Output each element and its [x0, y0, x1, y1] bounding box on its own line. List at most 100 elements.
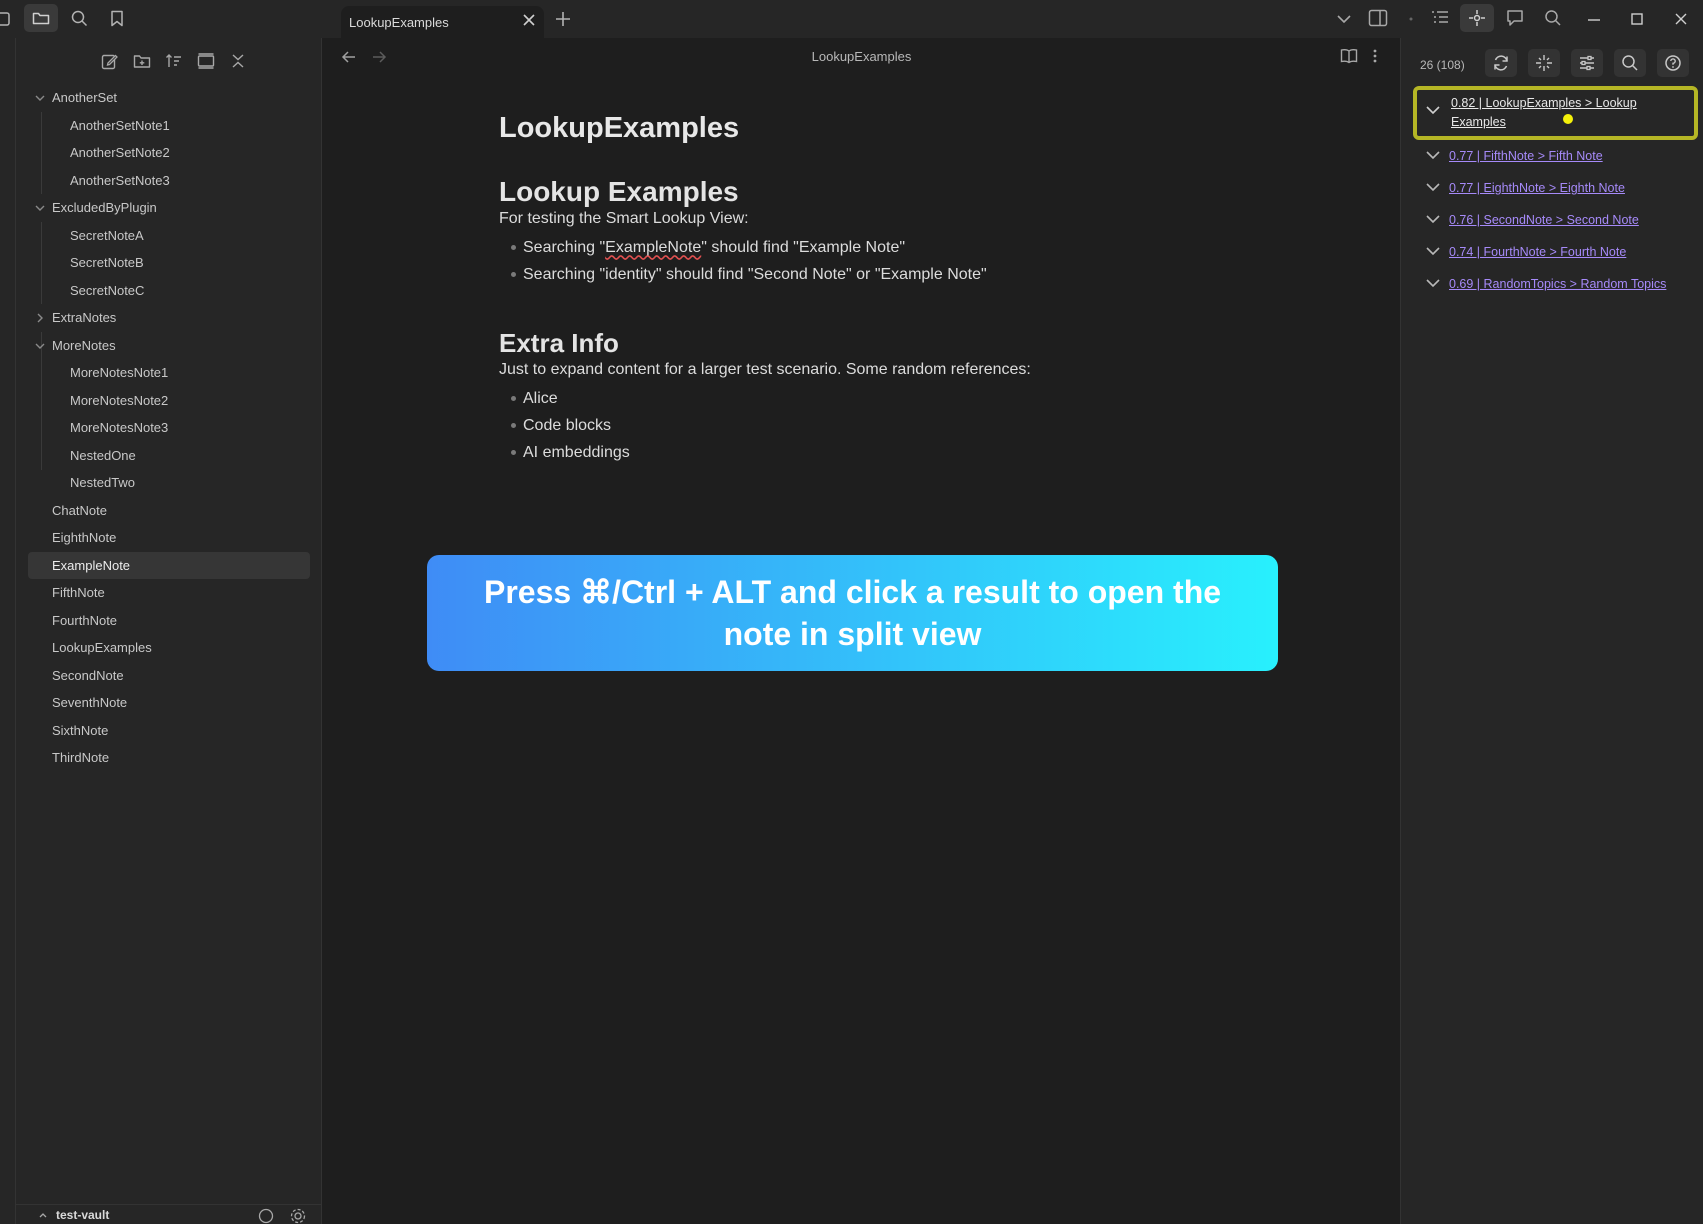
- result-link[interactable]: 0.77 | EighthNote > Eighth Note: [1449, 181, 1625, 195]
- tree-item-label: LookupExamples: [52, 640, 152, 656]
- file-examplenote-active[interactable]: ExampleNote: [28, 551, 310, 579]
- new-folder-icon[interactable]: [130, 49, 154, 73]
- tree-item-label: SecondNote: [52, 667, 124, 683]
- file-anothersetnote2[interactable]: AnotherSetNote2: [16, 139, 322, 167]
- lookup-result-item[interactable]: 0.76 | SecondNote > Second Note: [1401, 204, 1703, 236]
- chevron-down-icon[interactable]: [1425, 149, 1441, 161]
- outline-list-icon[interactable]: [1431, 9, 1449, 25]
- chevron-down-icon[interactable]: [1425, 245, 1441, 257]
- file-seventhnote[interactable]: SeventhNote: [16, 689, 322, 717]
- lookup-results: 0.82 | LookupExamples > Lookup Examples …: [1401, 86, 1703, 300]
- bookmarks-tab[interactable]: [100, 4, 134, 32]
- file-fourthnote[interactable]: FourthNote: [16, 607, 322, 635]
- bullet-text-post: " should find "Example Note": [701, 238, 906, 256]
- file-morenotesnote1[interactable]: MoreNotesNote1: [16, 359, 322, 387]
- reading-view-book-icon[interactable]: [1340, 48, 1358, 64]
- tree-item-label: SecretNoteB: [70, 255, 144, 271]
- collapse-all-icon[interactable]: [226, 49, 250, 73]
- file-secretnoteb[interactable]: SecretNoteB: [16, 249, 322, 277]
- search-icon[interactable]: [1544, 9, 1562, 27]
- refresh-icon[interactable]: [1485, 49, 1517, 77]
- chevron-down-icon[interactable]: [1425, 181, 1441, 193]
- lookup-result-item[interactable]: 0.82 | LookupExamples > Lookup Examples: [1413, 86, 1698, 140]
- tree-item-label: SecretNoteC: [70, 282, 145, 298]
- inline-title[interactable]: LookupExamples: [499, 112, 1199, 162]
- chevron-down-icon[interactable]: [1425, 104, 1441, 116]
- file-chatnote[interactable]: ChatNote: [16, 497, 322, 525]
- auto-reveal-icon[interactable]: [194, 49, 218, 73]
- maximize-icon[interactable]: [1630, 9, 1644, 27]
- settings-gear-icon[interactable]: [290, 1208, 306, 1224]
- lookup-toolbar: [1485, 49, 1689, 77]
- result-link[interactable]: 0.77 | FifthNote > Fifth Note: [1449, 149, 1603, 163]
- result-link[interactable]: 0.76 | SecondNote > Second Note: [1449, 213, 1639, 227]
- chevron-up-icon: [38, 1210, 48, 1220]
- file-morenotesnote3[interactable]: MoreNotesNote3: [16, 414, 322, 442]
- search-tab[interactable]: [62, 4, 96, 32]
- lookup-result-item[interactable]: 0.77 | FifthNote > Fifth Note: [1401, 140, 1703, 172]
- bookmark-icon: [111, 10, 123, 26]
- file-explorer-tab[interactable]: [24, 4, 58, 32]
- file-anothersetnote3[interactable]: AnotherSetNote3: [16, 167, 322, 195]
- folder-extranotes[interactable]: ExtraNotes: [16, 304, 322, 332]
- file-secretnotea[interactable]: SecretNoteA: [16, 222, 322, 250]
- window-close-icon[interactable]: [1674, 9, 1688, 27]
- ribbon-toggle-icon[interactable]: [0, 5, 20, 33]
- chat-bubble-icon[interactable]: [1506, 9, 1524, 27]
- list-item: Searching "identity" should find "Second…: [511, 261, 1199, 288]
- misspelled-word: ExampleNote: [605, 238, 702, 256]
- folder-morenotes[interactable]: MoreNotes: [16, 332, 322, 360]
- tab-list-chevron-down-icon[interactable]: [1336, 12, 1352, 26]
- file-morenotesnote2[interactable]: MoreNotesNote2: [16, 387, 322, 415]
- heading-extra-info: Extra Info: [499, 328, 619, 358]
- chevron-down-icon[interactable]: [1425, 277, 1441, 289]
- editor-actions: [1340, 48, 1378, 64]
- file-sixthnote[interactable]: SixthNote: [16, 717, 322, 745]
- file-nestedtwo[interactable]: NestedTwo: [16, 469, 322, 497]
- bullet-text: Code blocks: [523, 416, 612, 434]
- new-tab-plus-icon[interactable]: [553, 9, 573, 29]
- file-thirdnote[interactable]: ThirdNote: [16, 744, 322, 772]
- lookup-result-item[interactable]: 0.77 | EighthNote > Eighth Note: [1401, 172, 1703, 204]
- connections-sparkle-icon[interactable]: [1528, 49, 1560, 77]
- folder-excludedbyplugin[interactable]: ExcludedByPlugin: [16, 194, 322, 222]
- tree-item-label: NestedTwo: [70, 475, 136, 491]
- file-secondnote[interactable]: SecondNote: [16, 662, 322, 690]
- lookup-result-item[interactable]: 0.74 | FourthNote > Fourth Note: [1401, 236, 1703, 268]
- file-fifthnote[interactable]: FifthNote: [16, 579, 322, 607]
- lookup-result-item[interactable]: 0.69 | RandomTopics > Random Topics: [1401, 268, 1703, 300]
- result-count: 26 (108): [1420, 58, 1465, 72]
- sort-order-icon[interactable]: [162, 49, 186, 73]
- tab-lookup-examples[interactable]: LookupExamples: [341, 6, 544, 38]
- folder-anotherset[interactable]: AnotherSet: [16, 84, 322, 112]
- help-icon[interactable]: [258, 1208, 274, 1224]
- list-item: Alice: [511, 385, 1199, 412]
- help-circle-icon[interactable]: [1657, 49, 1689, 77]
- bullet-text: Alice: [523, 389, 558, 407]
- result-link[interactable]: 0.82 | LookupExamples > Lookup Examples: [1451, 94, 1676, 132]
- minimize-icon[interactable]: [1587, 9, 1601, 27]
- tree-item-label: NestedOne: [70, 447, 136, 463]
- result-link[interactable]: 0.69 | RandomTopics > Random Topics: [1449, 277, 1666, 291]
- smart-connections-icon[interactable]: [1460, 4, 1494, 32]
- file-secretnotec[interactable]: SecretNoteC: [16, 277, 322, 305]
- settings-sliders-icon[interactable]: [1571, 49, 1603, 77]
- close-icon[interactable]: [522, 13, 536, 27]
- vault-switcher[interactable]: test-vault: [16, 1204, 322, 1224]
- more-options-icon[interactable]: [1372, 48, 1378, 64]
- result-link[interactable]: 0.74 | FourthNote > Fourth Note: [1449, 245, 1626, 259]
- left-ribbon: [0, 38, 16, 1224]
- note-content[interactable]: LookupExamples Lookup Examples For testi…: [499, 112, 1199, 466]
- new-note-icon[interactable]: [98, 49, 122, 73]
- lookup-search-icon[interactable]: [1614, 49, 1646, 77]
- file-lookupexamples[interactable]: LookupExamples: [16, 634, 322, 662]
- toggle-right-sidebar-icon[interactable]: [1368, 9, 1388, 27]
- chevron-down-icon[interactable]: [1425, 213, 1441, 225]
- chevron-down-icon: [34, 202, 46, 214]
- tip-banner: Press ⌘/Ctrl + ALT and click a result to…: [427, 555, 1278, 671]
- file-eighthnote[interactable]: EighthNote: [16, 524, 322, 552]
- bullet-list-1: Searching "ExampleNote" should find "Exa…: [499, 234, 1199, 288]
- file-anothersetnote1[interactable]: AnotherSetNote1: [16, 112, 322, 140]
- lookup-header: 26 (108): [1401, 38, 1703, 90]
- file-nestedone[interactable]: NestedOne: [16, 442, 322, 470]
